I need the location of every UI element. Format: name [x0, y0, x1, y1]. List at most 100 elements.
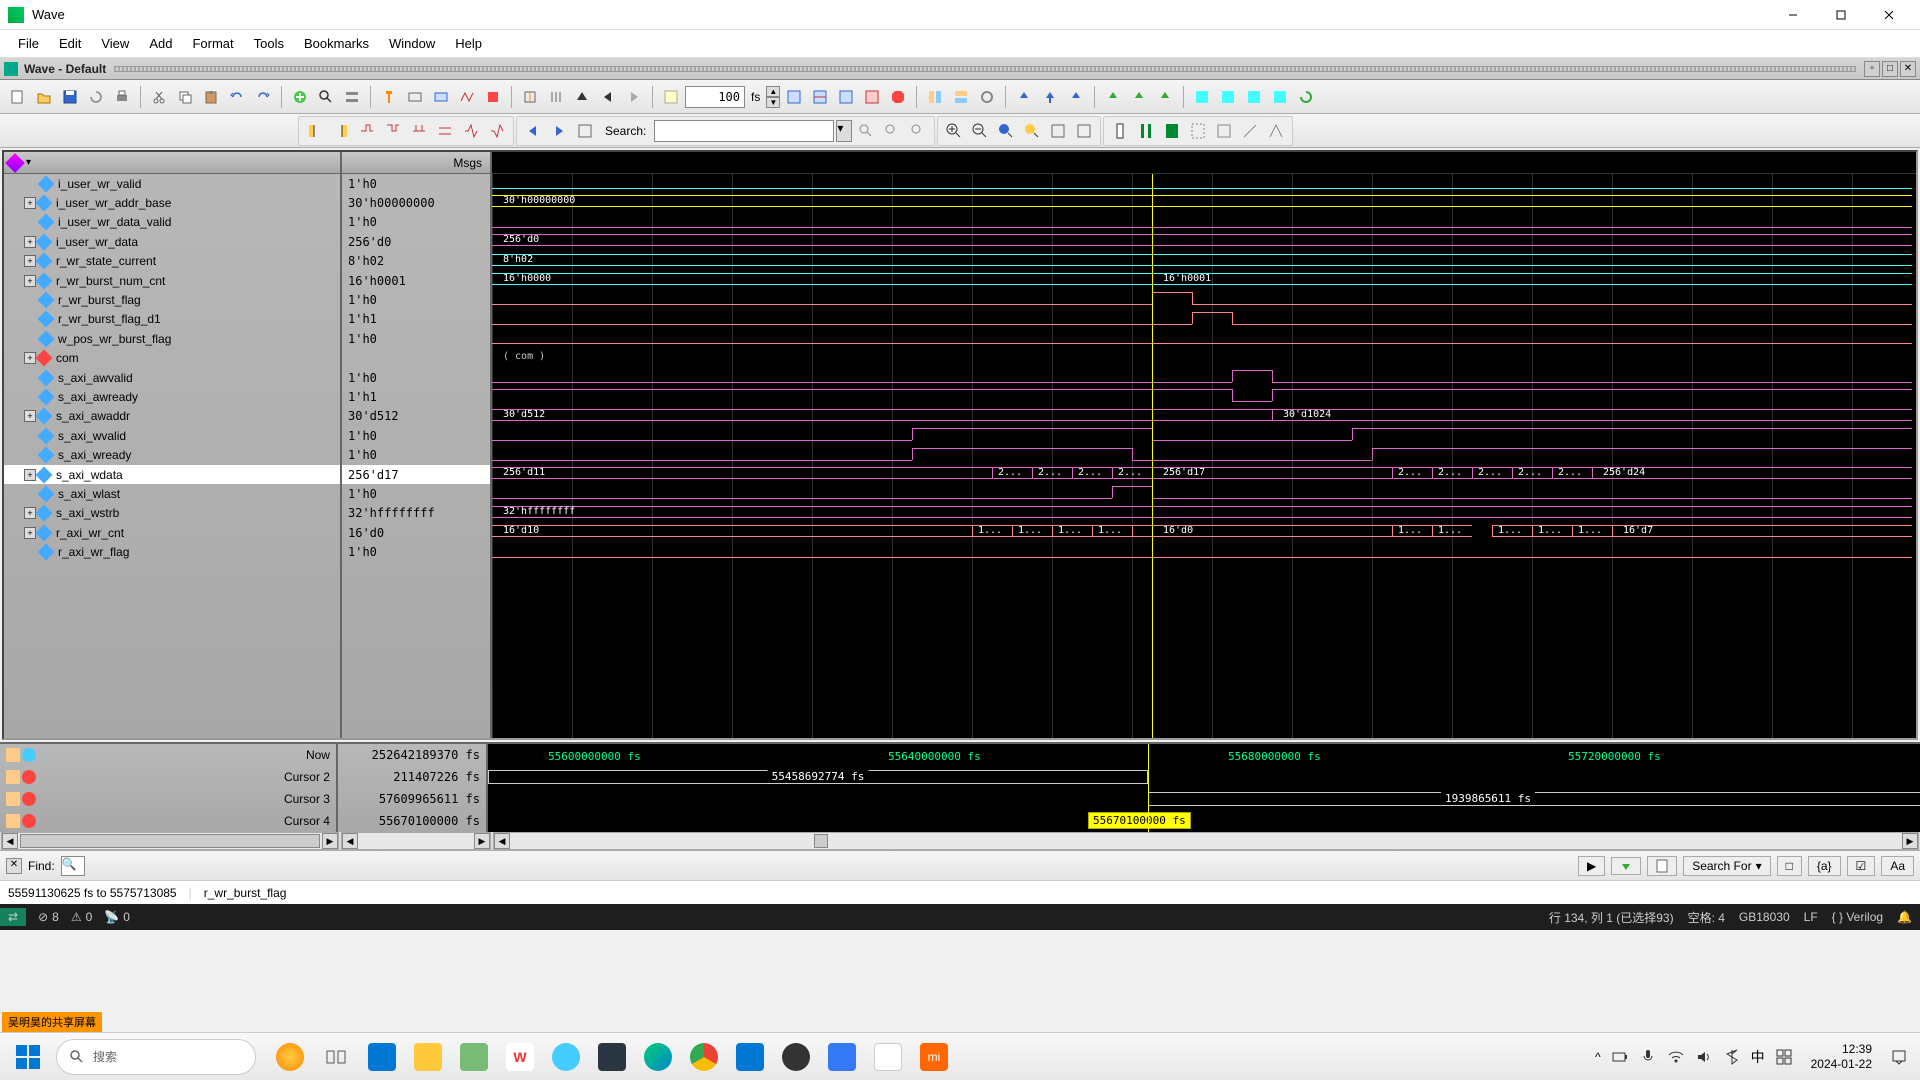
new-button[interactable] — [6, 85, 30, 109]
dot-icon[interactable] — [22, 814, 36, 828]
lock-icon[interactable] — [6, 770, 20, 784]
signal-row[interactable]: s_axi_wlast — [4, 484, 340, 503]
error-count[interactable]: ⊘ 8 — [38, 910, 59, 924]
mic-icon[interactable] — [1639, 1048, 1657, 1066]
find-page-button[interactable] — [1647, 856, 1677, 876]
up-arrow-button[interactable] — [570, 85, 594, 109]
app-edge[interactable] — [636, 1037, 680, 1077]
msgs-row[interactable]: 1'h0 — [342, 426, 490, 445]
search-opts-button[interactable] — [573, 119, 597, 143]
menu-tools[interactable]: Tools — [244, 32, 294, 55]
signal-row[interactable]: s_axi_wready — [4, 445, 340, 464]
find-icon-button[interactable]: 🔍 — [61, 856, 85, 876]
expand-icon[interactable]: + — [24, 352, 36, 364]
search-next-button[interactable] — [547, 119, 571, 143]
wave-mode-3[interactable] — [1160, 119, 1184, 143]
cursor-line[interactable] — [1152, 174, 1153, 738]
stop-button[interactable] — [886, 85, 910, 109]
tab-max-button[interactable]: □ — [1882, 61, 1898, 77]
remote-indicator[interactable]: ⇄ — [0, 908, 26, 926]
menu-help[interactable]: Help — [445, 32, 492, 55]
expand-icon[interactable]: + — [24, 197, 36, 209]
signal-root-icon[interactable] — [5, 153, 25, 173]
time-input[interactable] — [685, 86, 745, 108]
signal-row[interactable]: i_user_wr_data_valid — [4, 213, 340, 232]
redo-button[interactable] — [251, 85, 275, 109]
toggle-button[interactable] — [340, 85, 364, 109]
edge-button-5[interactable] — [407, 119, 431, 143]
expand-icon[interactable]: + — [24, 410, 36, 422]
arrow-up-button-6[interactable] — [1153, 85, 1177, 109]
zoom-button-3[interactable] — [834, 85, 858, 109]
layout-button-2[interactable] — [949, 85, 973, 109]
wave-panel[interactable]: 30'h00000000256'd08'h0216'h000016'h0001(… — [492, 152, 1916, 738]
menu-window[interactable]: Window — [379, 32, 445, 55]
menu-view[interactable]: View — [91, 32, 139, 55]
msgs-row[interactable] — [342, 349, 490, 368]
arrow-up-button-2[interactable] — [1038, 85, 1062, 109]
arrow-up-button-1[interactable] — [1012, 85, 1036, 109]
refresh-button[interactable] — [1294, 85, 1318, 109]
layout-button-1[interactable] — [923, 85, 947, 109]
signal-row[interactable]: s_axi_awvalid — [4, 368, 340, 387]
app-wps[interactable]: W — [498, 1037, 542, 1077]
tool-button-4[interactable] — [481, 85, 505, 109]
wave-mode-4[interactable] — [1186, 119, 1210, 143]
tool-button-2[interactable] — [429, 85, 453, 109]
zoom-full-button[interactable] — [994, 119, 1018, 143]
zoom-button-2[interactable] — [808, 85, 832, 109]
msgs-row[interactable]: 1'h1 — [342, 387, 490, 406]
msgs-row[interactable]: 16'h0001 — [342, 271, 490, 290]
find-button[interactable] — [314, 85, 338, 109]
searchfor-dropdown[interactable]: Search For ▾ — [1683, 856, 1770, 876]
maximize-button[interactable] — [1818, 1, 1864, 29]
zoom-button-1[interactable] — [782, 85, 806, 109]
port-count[interactable]: 📡 0 — [104, 910, 130, 924]
nav-button-1[interactable] — [518, 85, 542, 109]
close-button[interactable] — [1866, 1, 1912, 29]
dot-icon[interactable] — [22, 770, 36, 784]
edge-button-2[interactable] — [329, 119, 353, 143]
arrow-up-button-3[interactable] — [1064, 85, 1088, 109]
msgs-row[interactable]: 30'd512 — [342, 407, 490, 426]
msgs-row[interactable]: 1'h0 — [342, 368, 490, 387]
find-opt-4[interactable]: Aa — [1881, 856, 1914, 876]
search-find3-button[interactable] — [906, 119, 930, 143]
ime-mode-icon[interactable] — [1775, 1048, 1793, 1066]
back-button[interactable] — [596, 85, 620, 109]
ime-indicator[interactable]: 中 — [1751, 1047, 1765, 1067]
expand-icon[interactable]: + — [24, 507, 36, 519]
msgs-list[interactable]: 1'h030'h000000001'h0256'd08'h0216'h00011… — [342, 174, 490, 738]
app-calc[interactable] — [360, 1037, 404, 1077]
eol[interactable]: LF — [1804, 910, 1818, 924]
signal-row[interactable]: +s_axi_awaddr — [4, 407, 340, 426]
signal-hscroll[interactable]: ◀▶ — [1, 832, 339, 850]
app-cloud[interactable] — [544, 1037, 588, 1077]
find-opt-1[interactable]: □ — [1777, 856, 1802, 876]
signal-list[interactable]: i_user_wr_valid+i_user_wr_addr_basei_use… — [4, 174, 340, 738]
copy-button[interactable] — [173, 85, 197, 109]
signal-root-dropdown[interactable]: ▾ — [26, 157, 31, 168]
time-spinner[interactable]: ▲▼ — [766, 86, 780, 108]
app-vscode[interactable] — [728, 1037, 772, 1077]
nav-button-2[interactable] — [544, 85, 568, 109]
cut-button[interactable] — [147, 85, 171, 109]
find-opt-2[interactable]: {a} — [1808, 856, 1841, 876]
app-paint[interactable] — [866, 1037, 910, 1077]
edge-button-3[interactable] — [355, 119, 379, 143]
wave-mode-5[interactable] — [1212, 119, 1236, 143]
msgs-row[interactable]: 1'h0 — [342, 174, 490, 193]
app-taskview[interactable] — [314, 1037, 358, 1077]
expand-icon[interactable]: + — [24, 255, 36, 267]
signal-row[interactable]: s_axi_wvalid — [4, 426, 340, 445]
msgs-row[interactable]: 32'hffffffff — [342, 504, 490, 523]
menu-file[interactable]: File — [8, 32, 49, 55]
search-prev-button[interactable] — [521, 119, 545, 143]
msgs-row[interactable]: 30'h00000000 — [342, 193, 490, 212]
msgs-row[interactable]: 16'd0 — [342, 523, 490, 542]
volume-icon[interactable] — [1695, 1048, 1713, 1066]
tray-expand-icon[interactable]: ^ — [1595, 1050, 1601, 1064]
msgs-row[interactable]: 8'h02 — [342, 252, 490, 271]
signal-row[interactable]: +r_wr_burst_num_cnt — [4, 271, 340, 290]
edge-button-6[interactable] — [433, 119, 457, 143]
